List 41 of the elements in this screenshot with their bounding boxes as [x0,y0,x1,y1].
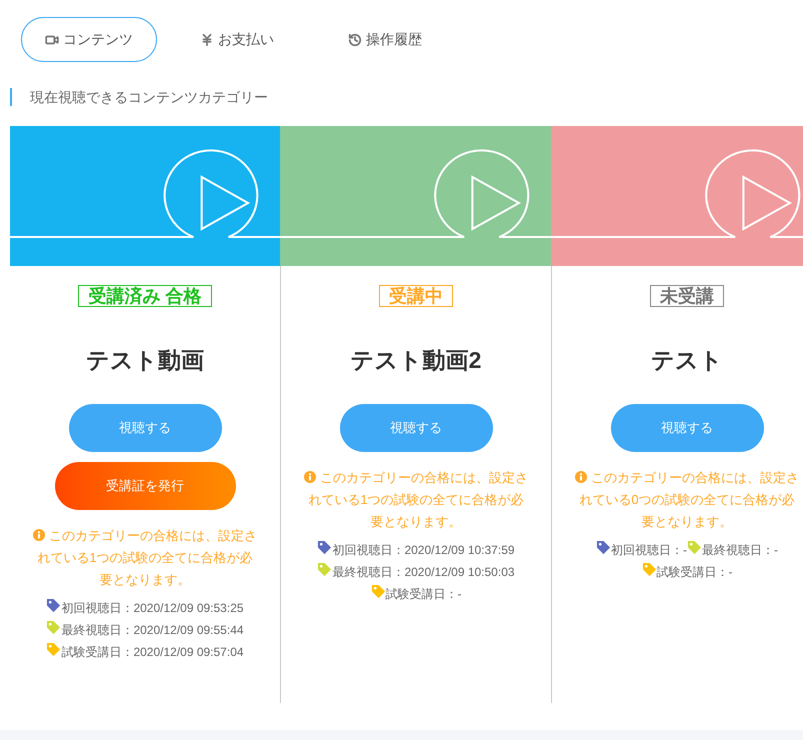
tab[interactable]: お支払い [169,17,305,62]
watch-button[interactable]: 視聴する [610,404,764,452]
certificate-button[interactable]: 受講証を発行 [54,462,236,510]
tag-icon [642,562,656,576]
pass-requirement-note: このカテゴリーの合格には、設定されている0つの試験の全てに合格が必要となります。 [574,466,800,532]
watch-button[interactable]: 視聴する [68,404,222,452]
card-title: テスト動画 [86,346,204,375]
section-title: 現在視聴できるコンテンツカテゴリー [30,88,268,106]
info-icon [33,528,45,540]
tag-icon [687,540,702,554]
tag-icon [46,598,62,612]
card-title: テスト動画2 [350,346,482,375]
tag-icon [317,562,332,576]
date-text: 試験受講日：- [386,586,462,600]
date-text: 試験受講日：- [656,564,732,578]
date-text: 最終視聴日：2020/12/09 09:55:44 [61,622,244,636]
pass-requirement-note: このカテゴリーの合格には、設定されている1つの試験の全てに合格が必要となります。 [303,466,529,532]
date-text: 初回視聴日：2020/12/09 09:53:25 [61,600,244,614]
tag-icon [46,620,62,634]
tag-icon [46,642,62,656]
watch-button[interactable]: 視聴する [340,404,492,452]
info-icon [304,470,316,482]
card-title: テスト [651,346,723,375]
date-text: 試験受講日：2020/12/09 09:57:04 [61,644,244,658]
date-text: 最終視聴日：- [702,542,778,556]
history-icon [348,32,362,46]
date-text: 初回視聴日：- [611,542,687,556]
tag-icon [317,540,332,554]
date-text: 最終視聴日：2020/12/09 10:50:03 [332,564,515,578]
status-badge: 未受講 [650,285,724,307]
yen-icon [200,32,214,46]
tag-icon [370,584,386,598]
info-icon [575,470,587,482]
status-badge: 受講中 [379,285,453,307]
status-badge: 受講済み 合格 [78,285,212,307]
tab[interactable]: 操作履歴 [317,17,453,62]
tag-icon [596,540,611,554]
video-camera-icon [45,32,59,46]
tab[interactable]: コンテンツ [21,17,157,62]
pass-requirement-note: このカテゴリーの合格には、設定されている1つの試験の全てに合格が必要となります。 [32,524,258,590]
date-text: 初回視聴日：2020/12/09 10:37:59 [332,542,515,556]
